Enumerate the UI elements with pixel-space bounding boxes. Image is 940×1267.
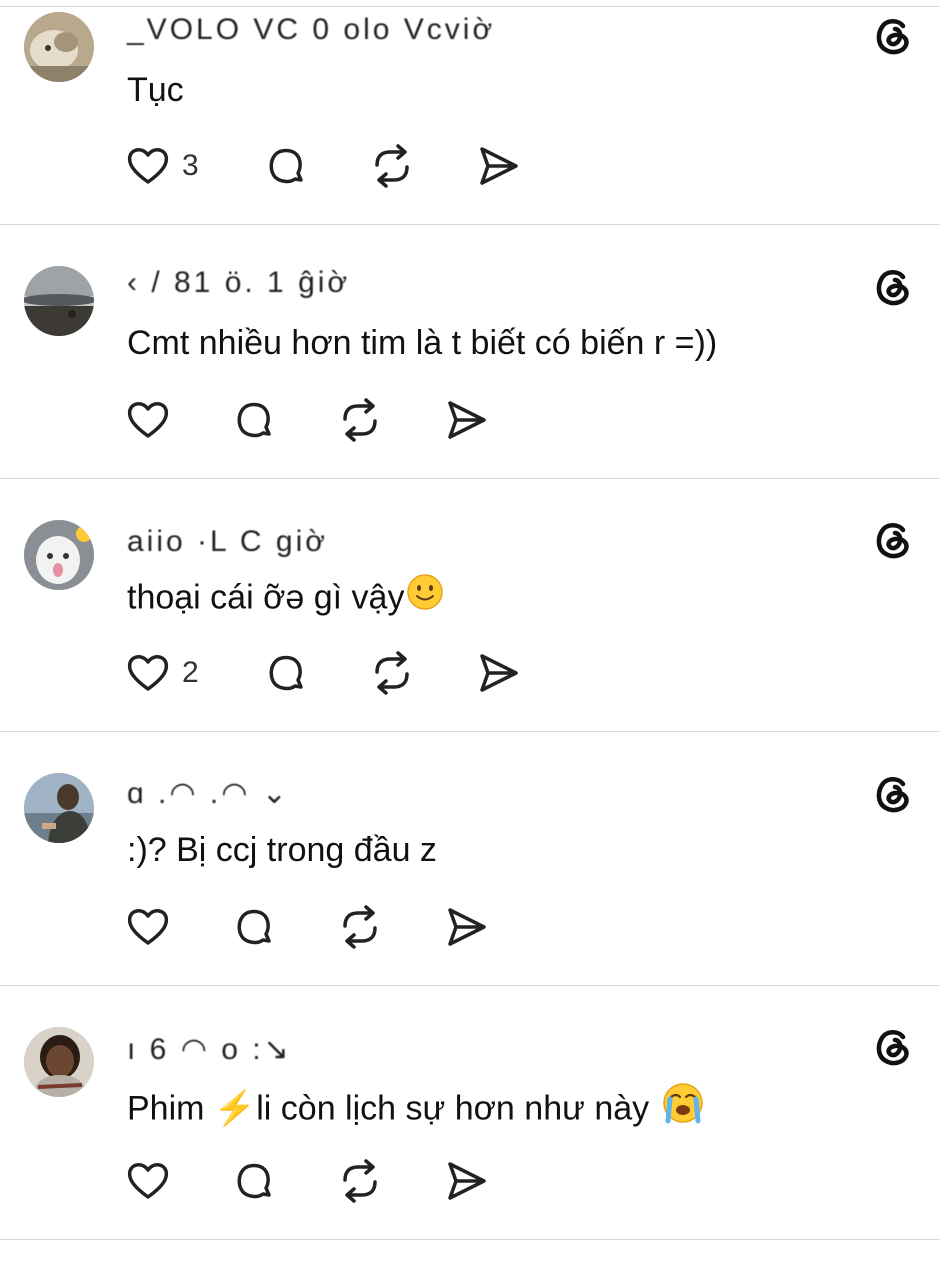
- repost-button[interactable]: [368, 141, 416, 191]
- repost-button[interactable]: [336, 1156, 384, 1206]
- repost-icon: [368, 142, 416, 190]
- repost-icon: [336, 903, 384, 951]
- repost-button[interactable]: [368, 648, 416, 698]
- post-5[interactable]: ı 6 ◠ o :↘ Phim ⚡li còn lịch sự hơn như …: [0, 1014, 940, 1267]
- like-count: 3: [182, 149, 199, 182]
- heart-icon: [124, 903, 172, 951]
- like-button[interactable]: [124, 902, 182, 952]
- repost-button[interactable]: [336, 902, 384, 952]
- share-icon: [442, 1157, 490, 1205]
- heart-icon: [124, 649, 172, 697]
- repost-icon: [368, 649, 416, 697]
- loudly-crying-face-icon: [661, 1081, 705, 1134]
- like-button[interactable]: 2: [124, 648, 199, 698]
- divider: [0, 731, 940, 732]
- heart-icon: [124, 1157, 172, 1205]
- share-icon: [474, 142, 522, 190]
- post-text: thoại cái ỡə gì vậy: [127, 573, 444, 623]
- comment-icon: [230, 396, 278, 444]
- comment-icon: [230, 1157, 278, 1205]
- username[interactable]: ɑ .◠ .◠ ⌄: [127, 776, 290, 812]
- post-text-content: Phim ⚡li còn lịch sự hơn như này: [127, 1089, 650, 1128]
- divider: [0, 478, 940, 479]
- reply-button[interactable]: [230, 902, 278, 952]
- avatar[interactable]: [24, 773, 94, 843]
- like-button[interactable]: [124, 395, 182, 445]
- reply-button[interactable]: [262, 141, 310, 191]
- share-button[interactable]: [442, 902, 490, 952]
- comment-icon: [230, 903, 278, 951]
- avatar[interactable]: [24, 266, 94, 336]
- threads-logo-icon: [871, 263, 917, 309]
- share-icon: [442, 396, 490, 444]
- repost-button[interactable]: [336, 395, 384, 445]
- post-3[interactable]: aiio ·L C giờ thoại cái ỡə gì vậy 2: [0, 506, 940, 759]
- share-button[interactable]: [474, 648, 522, 698]
- threads-logo-icon: [871, 12, 917, 58]
- avatar[interactable]: [24, 12, 94, 82]
- divider: [0, 985, 940, 986]
- username[interactable]: _VOLO VC 0 olo Vcviờ: [127, 12, 495, 48]
- heart-icon: [124, 396, 172, 444]
- post-text-content: thoại cái ỡə gì vậy: [127, 578, 405, 617]
- threads-logo-icon: [871, 1023, 917, 1069]
- reply-button[interactable]: [230, 395, 278, 445]
- like-button[interactable]: 3: [124, 141, 199, 191]
- post-text: Phim ⚡li còn lịch sự hơn như này: [127, 1081, 705, 1137]
- share-icon: [442, 903, 490, 951]
- repost-icon: [336, 396, 384, 444]
- threads-feed: _VOLO VC 0 olo Vcviờ Tục 3 ‹ / 81 ö. 1 ĝ…: [0, 0, 940, 1243]
- avatar[interactable]: [24, 520, 94, 590]
- share-icon: [474, 649, 522, 697]
- avatar[interactable]: [24, 1027, 94, 1097]
- post-4[interactable]: ɑ .◠ .◠ ⌄ :)? Bị ccj trong đầu z: [0, 760, 940, 1013]
- repost-icon: [336, 1157, 384, 1205]
- reply-button[interactable]: [262, 648, 310, 698]
- divider: [0, 224, 940, 225]
- username[interactable]: aiio ·L C giờ: [127, 524, 328, 560]
- like-count: 2: [182, 656, 199, 689]
- divider: [0, 1239, 940, 1240]
- post-text: :)? Bị ccj trong đầu z: [127, 831, 437, 869]
- like-button[interactable]: [124, 1156, 182, 1206]
- threads-logo-icon: [871, 770, 917, 816]
- reply-button[interactable]: [230, 1156, 278, 1206]
- heart-icon: [124, 142, 172, 190]
- share-button[interactable]: [442, 395, 490, 445]
- username[interactable]: ı 6 ◠ o :↘: [127, 1032, 292, 1068]
- threads-logo-icon: [871, 516, 917, 562]
- share-button[interactable]: [474, 141, 522, 191]
- comment-icon: [262, 649, 310, 697]
- post-text: Cmt nhiều hơn tim là t biết có biến r =)…: [127, 324, 718, 362]
- share-button[interactable]: [442, 1156, 490, 1206]
- post-2[interactable]: ‹ / 81 ö. 1 ĝiờ Cmt nhiều hơn tim là t b…: [0, 253, 940, 506]
- post-1[interactable]: _VOLO VC 0 olo Vcviờ Tục 3: [0, 0, 940, 253]
- post-text: Tục: [127, 71, 184, 109]
- slightly-smiling-face-icon: [406, 573, 444, 620]
- comment-icon: [262, 142, 310, 190]
- username[interactable]: ‹ / 81 ö. 1 ĝiờ: [127, 265, 350, 301]
